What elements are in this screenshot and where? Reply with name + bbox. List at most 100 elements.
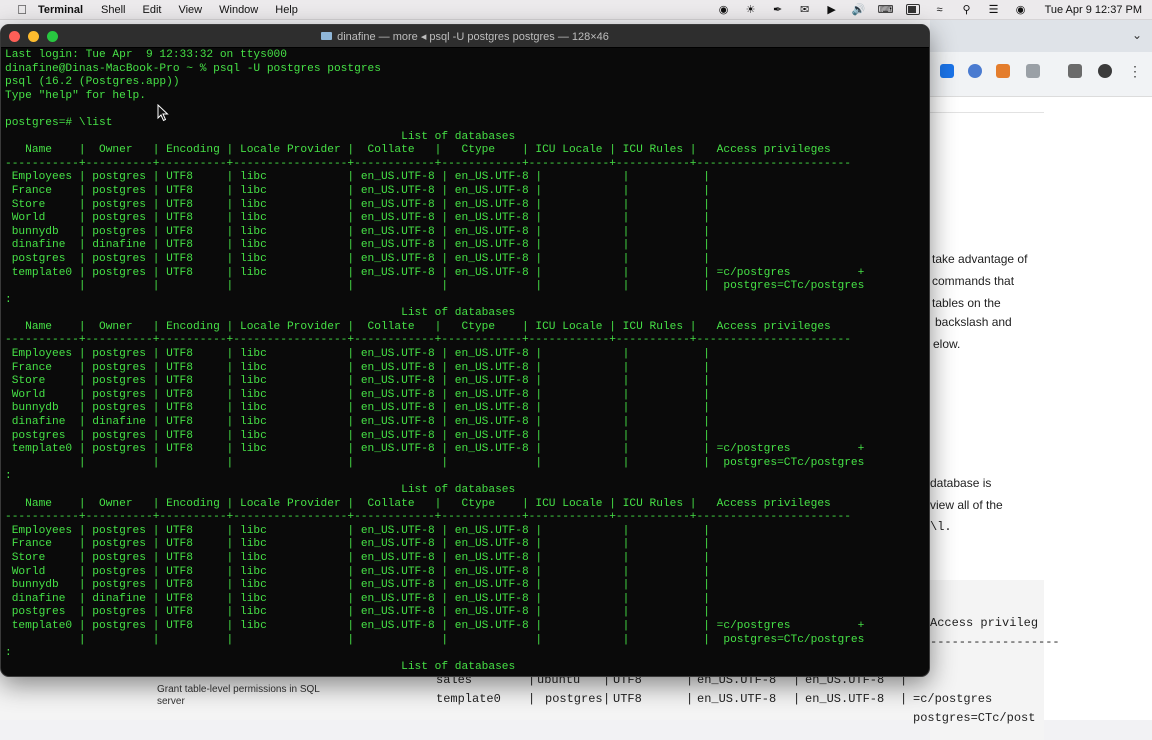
close-button[interactable]	[9, 31, 20, 42]
terminal-line: :	[5, 470, 12, 483]
terminal-title: dinafine — more ◂ psql -U postgres postg…	[337, 30, 609, 43]
extension-icon[interactable]	[968, 64, 982, 78]
terminal-line: postgres | postgres | UTF8 | libc | en_U…	[5, 606, 710, 619]
code-text: en_US.UTF-8	[805, 692, 885, 706]
code-text: postgres=CTc/post	[913, 711, 1036, 725]
terminal-line: | | | | | | | | postgres=CTc/postgres	[5, 633, 865, 646]
sidebar-icon[interactable]	[1068, 64, 1082, 78]
pen-icon[interactable]: ✒	[771, 4, 785, 16]
avatar[interactable]	[1098, 64, 1112, 78]
terminal-line: template0 | postgres | UTF8 | libc | en_…	[5, 443, 865, 456]
article-text: take advantage of	[932, 252, 1028, 266]
terminal-line: -----------+----------+----------+------…	[5, 157, 851, 170]
messages-icon[interactable]: ✉	[798, 4, 812, 16]
menu-shell[interactable]: Shell	[101, 4, 125, 16]
browser-window: ⌄ ⋮ take advantage of commands that tabl…	[930, 20, 1152, 740]
terminal-line: template0 | postgres | UTF8 | libc | en_…	[5, 619, 865, 632]
terminal-line: dinafine@Dinas-MacBook-Pro ~ % psql -U p…	[5, 62, 381, 75]
link-text: Grant table-level permissions in SQL	[157, 684, 320, 695]
folder-icon	[321, 32, 333, 40]
chevron-down-icon[interactable]: ⌄	[1132, 28, 1142, 42]
page-bottom-content: Grant table-level permissions in SQL ser…	[0, 673, 1035, 725]
terminal-line: Name | Owner | Encoding | Locale Provide…	[5, 320, 831, 333]
volume-icon[interactable]: 🔊	[852, 4, 866, 16]
terminal-line: psql (16.2 (Postgres.app))	[5, 76, 180, 89]
code-text: =c/postgres	[913, 692, 993, 706]
terminal-line: template0 | postgres | UTF8 | libc | en_…	[5, 266, 865, 279]
terminal-window[interactable]: dinafine — more ◂ psql -U postgres postg…	[0, 24, 930, 677]
article-text: commands that	[932, 274, 1015, 288]
apple-icon[interactable]: 	[8, 2, 36, 17]
article-text: database is	[930, 476, 992, 490]
code-text: |	[686, 692, 694, 706]
siri-icon[interactable]: ◉	[1014, 4, 1028, 16]
code-text: template0	[436, 692, 501, 706]
extension-icon[interactable]	[996, 64, 1010, 78]
article-text: view all of the	[930, 498, 1003, 512]
code-text: ------------------	[930, 635, 1060, 649]
keyboard-icon[interactable]: ⌨	[878, 4, 894, 16]
terminal-line: Store | postgres | UTF8 | libc | en_US.U…	[5, 198, 710, 211]
minimize-button[interactable]	[28, 31, 39, 42]
terminal-line: World | postgres | UTF8 | libc | en_US.U…	[5, 388, 710, 401]
terminal-line: France | postgres | UTF8 | libc | en_US.…	[5, 538, 710, 551]
terminal-line: Type "help" for help.	[5, 89, 146, 102]
menu-help[interactable]: Help	[275, 4, 298, 16]
divider	[930, 112, 1044, 113]
terminal-line: List of databases	[5, 660, 516, 673]
terminal-line: France | postgres | UTF8 | libc | en_US.…	[5, 184, 710, 197]
terminal-titlebar[interactable]: dinafine — more ◂ psql -U postgres postg…	[1, 25, 929, 48]
browser-tabstrip: ⌄	[930, 20, 1152, 52]
menu-clock[interactable]: Tue Apr 9 12:37 PM	[1045, 4, 1142, 16]
terminal-line: bunnydb | postgres | UTF8 | libc | en_US…	[5, 225, 710, 238]
article-paragraph: database is view all of the \l.	[930, 472, 1003, 538]
terminal-line: :	[5, 293, 12, 306]
terminal-line: bunnydb | postgres | UTF8 | libc | en_US…	[5, 402, 710, 415]
terminal-line: Store | postgres | UTF8 | libc | en_US.U…	[5, 551, 710, 564]
terminal-line: Employees | postgres | UTF8 | libc | en_…	[5, 171, 710, 184]
terminal-line: Employees | postgres | UTF8 | libc | en_…	[5, 348, 710, 361]
terminal-line: dinafine | dinafine | UTF8 | libc | en_U…	[5, 592, 710, 605]
code-text: UTF8	[613, 692, 642, 706]
terminal-line: Last login: Tue Apr 9 12:33:32 on ttys00…	[5, 49, 287, 61]
puzzle-icon[interactable]	[1026, 64, 1040, 78]
search-icon[interactable]: ⚲	[960, 4, 974, 16]
sidebar-link[interactable]: Grant table-level permissions in SQL ser…	[157, 684, 320, 708]
menu-view[interactable]: View	[178, 4, 202, 16]
terminal-line: List of databases	[5, 484, 516, 496]
more-menu-icon[interactable]: ⋮	[1128, 64, 1142, 78]
zoom-button[interactable]	[47, 31, 58, 42]
status-area: ◉ ☀ ✒ ✉ ▶ 🔊 ⌨ ≈ ⚲ ☰ ◉ Tue Apr 9 12:37 PM	[717, 0, 1142, 19]
wifi-icon[interactable]: ≈	[933, 4, 947, 16]
terminal-line: postgres=# \list	[5, 116, 113, 129]
terminal-line: | | | | | | | | postgres=CTc/postgres	[5, 280, 865, 293]
terminal-output[interactable]: Last login: Tue Apr 9 12:33:32 on ttys00…	[5, 49, 925, 676]
record-icon[interactable]: ◉	[717, 4, 731, 16]
terminal-line: -----------+----------+----------+------…	[5, 511, 851, 524]
terminal-line: Name | Owner | Encoding | Locale Provide…	[5, 497, 831, 510]
terminal-line: dinafine | dinafine | UTF8 | libc | en_U…	[5, 239, 710, 252]
code-text: |	[603, 692, 611, 706]
code-text: Access privileg	[930, 616, 1039, 630]
battery-icon[interactable]	[905, 4, 920, 16]
article-text: elow.	[933, 337, 961, 351]
app-menu-terminal[interactable]: Terminal	[38, 4, 83, 16]
menu-edit[interactable]: Edit	[143, 4, 162, 16]
browser-toolbar	[930, 52, 1152, 97]
terminal-line: List of databases	[5, 130, 516, 143]
extension-icon[interactable]	[940, 64, 954, 78]
terminal-line: World | postgres | UTF8 | libc | en_US.U…	[5, 565, 710, 578]
brightness-icon[interactable]: ☀	[744, 4, 758, 16]
menu-bar:  Terminal Shell Edit View Window Help ◉…	[0, 0, 1152, 20]
menu-window[interactable]: Window	[219, 4, 258, 16]
megaphone-icon[interactable]: ▶	[825, 4, 839, 16]
terminal-line: dinafine | dinafine | UTF8 | libc | en_U…	[5, 416, 710, 429]
terminal-line: World | postgres | UTF8 | libc | en_US.U…	[5, 212, 710, 225]
terminal-line: France | postgres | UTF8 | libc | en_US.…	[5, 361, 710, 374]
code-text: |	[528, 692, 536, 706]
terminal-line: Name | Owner | Encoding | Locale Provide…	[5, 144, 831, 157]
control-center-icon[interactable]: ☰	[987, 4, 1001, 16]
link-text: server	[157, 696, 185, 707]
code-text: postgres	[545, 692, 603, 706]
